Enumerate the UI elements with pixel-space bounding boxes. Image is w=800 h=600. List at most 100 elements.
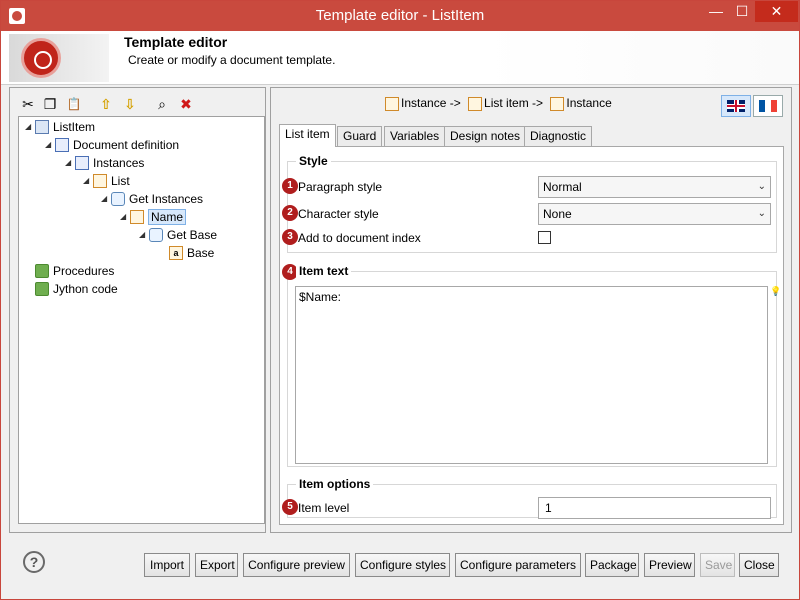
- expand-toggle-icon[interactable]: ◢: [101, 190, 111, 208]
- tree-item-base[interactable]: a Base: [169, 243, 214, 261]
- tab-guard[interactable]: Guard: [337, 126, 383, 146]
- configure-styles-button[interactable]: Configure styles: [355, 553, 450, 577]
- paragraph-style-value: Normal: [543, 180, 582, 194]
- tree-item-listitem[interactable]: ◢ ListItem: [25, 117, 95, 135]
- close-button[interactable]: Close: [739, 553, 779, 577]
- tree-item-get-instances[interactable]: ◢ Get Instances: [101, 189, 203, 207]
- french-language-button[interactable]: [753, 95, 783, 117]
- hint-bulb-icon: 💡: [770, 286, 782, 296]
- save-button[interactable]: Save: [700, 553, 735, 577]
- template-tree[interactable]: ◢ ListItem ◢ Document definition ◢ Instance…: [18, 116, 265, 524]
- logo-icon: [21, 38, 61, 78]
- tree-item-label: List: [111, 173, 130, 188]
- tree-item-label: Jython code: [53, 281, 118, 296]
- banner-subtitle: Create or modify a document template.: [128, 53, 336, 67]
- template-tree-panel: ✂ ❐ 📋 ⇧ ⇩ ⌕ ✖ ◢ ListItem ◢ Document defini…: [9, 87, 266, 533]
- folder-icon: [35, 263, 49, 278]
- document-definition-icon: [55, 137, 69, 152]
- preview-button[interactable]: Preview: [644, 553, 695, 577]
- copy-icon[interactable]: ❐: [42, 96, 58, 112]
- chevron-down-icon: ⌄: [757, 181, 766, 192]
- item-level-input[interactable]: 1: [538, 497, 771, 519]
- tree-item-label: Base: [187, 245, 215, 260]
- list-item-tab-content: Style 1 Paragraph style Normal ⌄ 2 Chara…: [279, 146, 784, 525]
- character-style-select[interactable]: None ⌄: [538, 203, 771, 225]
- configure-parameters-button[interactable]: Configure parameters: [455, 553, 581, 577]
- tree-item-label: Instances: [93, 155, 145, 170]
- breadcrumb-item[interactable]: List item ->: [484, 96, 543, 110]
- callout-badge: 1: [282, 178, 298, 194]
- expand-toggle-icon[interactable]: ◢: [25, 118, 35, 136]
- chevron-down-icon: ⌄: [757, 208, 766, 219]
- tree-item-list[interactable]: ◢ List: [83, 171, 130, 189]
- cut-icon[interactable]: ✂: [20, 96, 36, 112]
- tree-item-get-base[interactable]: ◢ Get Base: [139, 225, 217, 243]
- configure-preview-button[interactable]: Configure preview: [243, 553, 350, 577]
- banner-title: Template editor: [124, 34, 228, 50]
- title-bar[interactable]: Template editor - ListItem — ☐ ✕: [1, 1, 799, 31]
- item-options-group: Item options 5 Item level 1: [282, 477, 777, 519]
- item-level-label: Item level: [298, 501, 350, 515]
- breadcrumb-item[interactable]: Instance ->: [401, 96, 461, 110]
- uk-flag-icon: [727, 100, 745, 112]
- close-window-button[interactable]: ✕: [755, 1, 798, 22]
- expand-toggle-icon[interactable]: ◢: [83, 172, 93, 190]
- paragraph-style-select[interactable]: Normal ⌄: [538, 176, 771, 198]
- item-text-group-title: Item text: [296, 264, 352, 278]
- style-group: Style 1 Paragraph style Normal ⌄ 2 Chara…: [282, 154, 777, 253]
- folder-icon: [35, 281, 49, 296]
- instances-icon: [75, 155, 89, 170]
- tab-diagnostic[interactable]: Diagnostic: [524, 126, 593, 146]
- expand-toggle-icon[interactable]: ◢: [120, 208, 130, 226]
- item-options-group-title: Item options: [296, 477, 374, 491]
- find-icon[interactable]: ⌕: [154, 96, 170, 112]
- tree-item-jython-code[interactable]: Jython code: [35, 279, 118, 297]
- tab-variables[interactable]: Variables: [384, 126, 446, 146]
- document-index-checkbox[interactable]: [538, 231, 551, 244]
- instance-icon: [550, 96, 565, 111]
- paste-icon[interactable]: 📋: [66, 96, 82, 112]
- tab-list-item[interactable]: List item: [279, 124, 336, 147]
- get-attribute-icon: [149, 227, 163, 242]
- expand-toggle-icon[interactable]: ◢: [65, 154, 75, 172]
- help-icon[interactable]: ?: [23, 551, 45, 573]
- item-text-editor[interactable]: $Name:: [295, 286, 768, 464]
- callout-badge: 5: [282, 499, 298, 515]
- tree-item-label: Document definition: [73, 137, 180, 152]
- window-title: Template editor - ListItem: [315, 7, 485, 24]
- move-up-icon[interactable]: ⇧: [98, 96, 114, 112]
- expand-toggle-icon[interactable]: ◢: [45, 136, 55, 154]
- maximize-button[interactable]: ☐: [729, 1, 755, 22]
- delete-icon[interactable]: ✖: [178, 96, 194, 112]
- callout-badge: 2: [282, 205, 298, 221]
- callout-badge: 3: [282, 229, 298, 245]
- import-button[interactable]: Import: [144, 553, 190, 577]
- list-item-icon: [130, 209, 144, 224]
- tree-item-label: Procedures: [53, 263, 115, 278]
- character-style-label: Character style: [298, 207, 379, 221]
- english-language-button[interactable]: [721, 95, 751, 117]
- tree-item-name[interactable]: ◢ Name: [120, 207, 187, 226]
- tree-item-procedures[interactable]: Procedures: [35, 261, 114, 279]
- attribute-icon: a: [169, 245, 183, 260]
- template-editor-window: Template editor - ListItem — ☐ ✕ Templat…: [0, 0, 800, 600]
- expand-toggle-icon[interactable]: ◢: [139, 226, 149, 244]
- move-down-icon[interactable]: ⇩: [122, 96, 138, 112]
- tree-item-instances[interactable]: ◢ Instances: [65, 153, 144, 171]
- tab-design-notes[interactable]: Design notes: [444, 126, 527, 146]
- logo: [9, 34, 109, 82]
- list-item-icon: [468, 96, 483, 111]
- document-index-label: Add to document index: [298, 231, 421, 245]
- item-text-group: 4 Item text $Name: 💡: [282, 264, 782, 467]
- tree-item-label: Name: [148, 208, 187, 225]
- properties-panel: Instance -> List item -> Instance List i…: [270, 87, 792, 533]
- style-group-title: Style: [296, 154, 331, 168]
- package-button[interactable]: Package: [585, 553, 639, 577]
- tree-item-document-definition[interactable]: ◢ Document definition: [45, 135, 179, 153]
- minimize-button[interactable]: —: [703, 1, 729, 22]
- breadcrumb-item[interactable]: Instance: [566, 96, 611, 110]
- export-button[interactable]: Export: [195, 553, 238, 577]
- character-style-value: None: [543, 207, 572, 221]
- header-banner: Template editor Create or modify a docum…: [1, 31, 799, 85]
- query-icon: [111, 191, 125, 206]
